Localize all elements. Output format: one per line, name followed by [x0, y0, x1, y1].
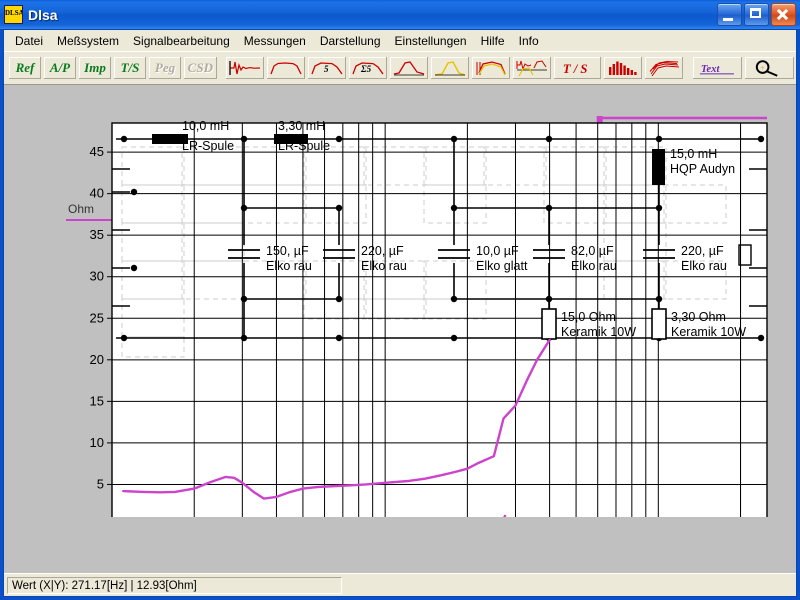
toolbar-csd-button: CSD — [183, 56, 218, 80]
y-axis-tick-label: 15 — [90, 393, 104, 408]
svg-text:Elko rau: Elko rau — [266, 259, 312, 273]
menu-item-info[interactable]: Info — [512, 32, 546, 50]
dlsa-app-icon: DLSA — [4, 5, 23, 24]
overlay-curves-icon[interactable] — [471, 56, 512, 80]
application-window: DLSA Dlsa Datei Meßsystem Signalbearbeit… — [0, 0, 800, 600]
waterfall-icon[interactable] — [644, 56, 685, 80]
y-axis-tick-label: 5 — [97, 476, 104, 491]
text-tool-icon[interactable]: Text — [692, 56, 744, 80]
toolbar-ap-button[interactable]: A/P — [43, 56, 77, 80]
frequency-response-icon[interactable] — [266, 56, 307, 80]
window-controls — [717, 3, 796, 26]
close-button[interactable] — [771, 3, 796, 26]
menu-item-darstellung[interactable]: Darstellung — [313, 32, 388, 50]
series-overflow-marker — [596, 116, 603, 123]
svg-text:220, µF: 220, µF — [681, 244, 724, 258]
svg-text:+: + — [760, 63, 765, 72]
combined-view-icon[interactable] — [512, 56, 553, 80]
y-axis-tick-label: 40 — [90, 186, 104, 201]
svg-text:LR-Spule: LR-Spule — [278, 139, 330, 153]
svg-text:3,30 mH: 3,30 mH — [278, 119, 325, 133]
menu-item-signalbearbeitung[interactable]: Signalbearbeitung — [126, 32, 237, 50]
svg-text:Elko glatt: Elko glatt — [476, 259, 528, 273]
menu-item-messsystem[interactable]: Meßsystem — [50, 32, 126, 50]
y-axis-tick-label: 25 — [90, 310, 104, 325]
svg-text:Σ5: Σ5 — [360, 64, 372, 74]
y-axis-tick-label: 45 — [90, 144, 104, 159]
svg-text:10,0 µF: 10,0 µF — [476, 244, 519, 258]
ts-params-icon[interactable]: T / S — [553, 56, 603, 80]
toolbar-ref-button[interactable]: Ref — [8, 56, 42, 80]
title-bar[interactable]: DLSA Dlsa — [0, 0, 800, 30]
toolbar-ts-button[interactable]: T/S — [113, 56, 147, 80]
impedance-plot[interactable]: 5101520253035404501020301002003001k2k10,… — [4, 85, 796, 517]
svg-text:3,30 Ohm: 3,30 Ohm — [671, 310, 726, 324]
svg-text:Keramik 10W: Keramik 10W — [671, 325, 746, 339]
toolbar: Ref A/P Imp T/S Peg CSD 5 Σ5 T / S Text … — [4, 51, 796, 85]
toolbar-separator-1 — [219, 56, 226, 80]
y-axis-tick-label: 10 — [90, 435, 104, 450]
y-axis-tick-label: 35 — [90, 227, 104, 242]
peak-curve-icon[interactable] — [389, 56, 430, 80]
svg-text:220, µF: 220, µF — [361, 244, 404, 258]
svg-text:Elko rau: Elko rau — [571, 259, 617, 273]
svg-text:82,0 µF: 82,0 µF — [571, 244, 614, 258]
status-filler — [342, 577, 793, 594]
minimize-icon — [723, 18, 733, 21]
sum-response-icon[interactable]: Σ5 — [348, 56, 389, 80]
menu-item-messungen[interactable]: Messungen — [237, 32, 313, 50]
toolbar-separator-2 — [685, 56, 692, 80]
svg-text:15,0 Ohm: 15,0 Ohm — [561, 310, 616, 324]
maximize-icon — [750, 8, 761, 18]
toolbar-imp-button[interactable]: Imp — [78, 56, 112, 80]
svg-text:LR-Spule: LR-Spule — [182, 139, 234, 153]
svg-text:5: 5 — [324, 64, 329, 74]
minimize-button[interactable] — [717, 3, 742, 26]
y-axis-tick-label: 20 — [90, 352, 104, 367]
menu-item-datei[interactable]: Datei — [8, 32, 50, 50]
svg-text:T / S: T / S — [563, 62, 588, 76]
bell-curve-icon[interactable] — [430, 56, 471, 80]
step-response-icon[interactable]: 5 — [307, 56, 348, 80]
window-title: Dlsa — [28, 6, 58, 23]
menu-bar: Datei Meßsystem Signalbearbeitung Messun… — [4, 30, 796, 51]
svg-text:HQP Audyn: HQP Audyn — [670, 162, 735, 176]
status-bar: Wert (X|Y): 271.17[Hz] | 12.93[Ohm] — [4, 573, 796, 596]
menu-item-einstellungen[interactable]: Einstellungen — [388, 32, 474, 50]
svg-text:Keramik 10W: Keramik 10W — [561, 325, 636, 339]
svg-text:Elko rau: Elko rau — [361, 259, 407, 273]
svg-text:Text: Text — [701, 63, 721, 75]
close-icon — [772, 4, 795, 25]
svg-text:150, µF: 150, µF — [266, 244, 309, 258]
toolbar-peg-button: Peg — [148, 56, 182, 80]
zoom-tool-icon[interactable]: + — [744, 56, 795, 80]
impulse-response-icon[interactable] — [225, 56, 266, 80]
bar-spectrum-icon[interactable] — [603, 56, 644, 80]
status-value-readout: Wert (X|Y): 271.17[Hz] | 12.93[Ohm] — [7, 576, 342, 594]
svg-text:Elko rau: Elko rau — [681, 259, 727, 273]
plot-background — [111, 122, 768, 517]
chart-panel[interactable]: Impedanzfrequenzgang Amplitude Ohm [Hz] … — [4, 85, 796, 573]
svg-text:10,0 mH: 10,0 mH — [182, 119, 229, 133]
client-area: Datei Meßsystem Signalbearbeitung Messun… — [3, 30, 797, 597]
svg-text:15,0 mH: 15,0 mH — [670, 147, 717, 161]
y-axis-tick-label: 30 — [90, 269, 104, 284]
maximize-button[interactable] — [744, 3, 769, 26]
menu-item-hilfe[interactable]: Hilfe — [474, 32, 512, 50]
